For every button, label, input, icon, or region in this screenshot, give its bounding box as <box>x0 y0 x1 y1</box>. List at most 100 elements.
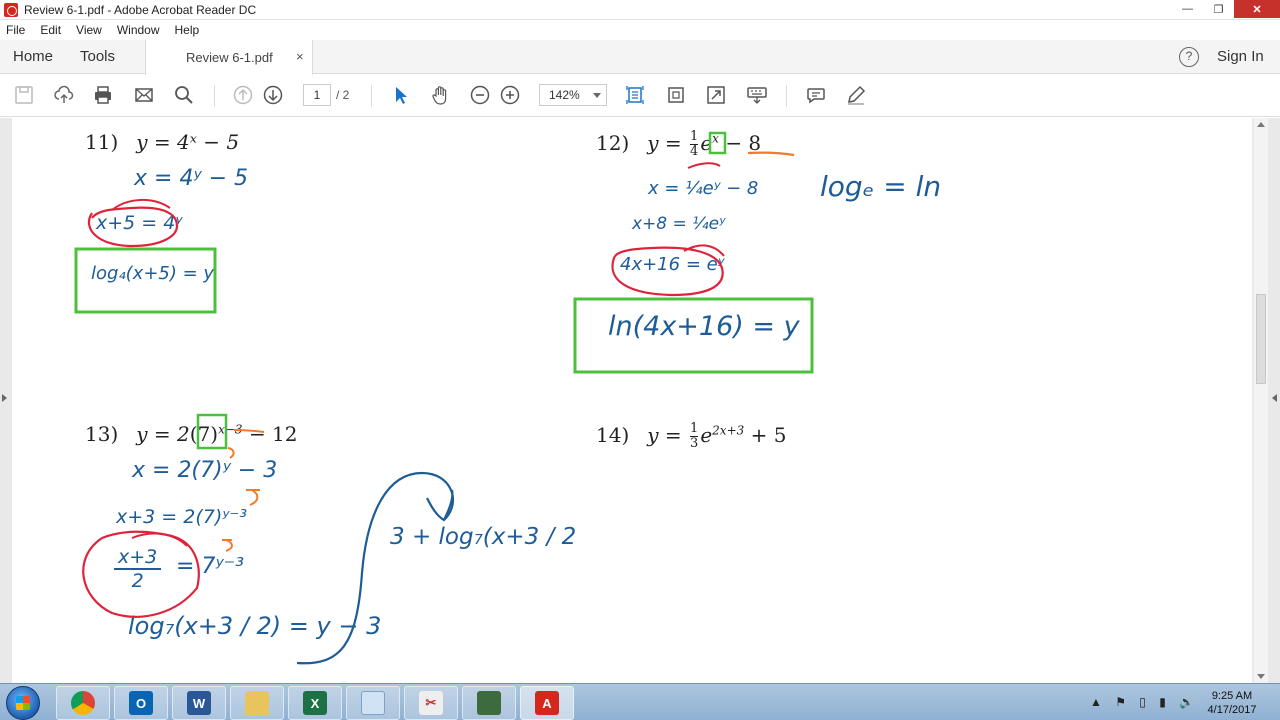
fraction-denominator: 2 <box>131 570 144 592</box>
fraction-numerator: x+3 <box>114 546 162 570</box>
excel-icon: X <box>303 691 327 715</box>
window-title: Review 6-1.pdf - Adobe Acrobat Reader DC <box>24 2 257 17</box>
window-controls: — ❐ ✕ <box>1172 0 1280 20</box>
tab-bar: Home Tools Review 6-1.pdf × ? Sign In <box>0 40 1280 75</box>
taskbar-snipping-tool[interactable]: ✂ <box>404 686 458 720</box>
handwriting-answer: log₄(x+5) = y <box>91 263 215 284</box>
handwriting-line: x = 4ʸ − 5 <box>134 166 249 191</box>
pdf-page: 11) y = 4ˣ − 5 12) y = 1 4 ex − 8 13) y = 2(7… <box>12 118 1252 683</box>
fit-page-icon[interactable] <box>623 83 647 107</box>
email-icon[interactable] <box>132 83 156 107</box>
taskbar-outlook[interactable]: O <box>114 686 168 720</box>
rotate-icon[interactable] <box>664 83 688 107</box>
document-area[interactable]: 11) y = 4ˣ − 5 12) y = 1 4 ex − 8 13) y = 2(7… <box>0 118 1280 683</box>
scroll-up-icon[interactable] <box>1257 122 1265 127</box>
menu-file[interactable]: File <box>6 23 25 37</box>
scroll-down-icon[interactable] <box>1257 674 1265 679</box>
page-down-icon[interactable] <box>261 83 285 107</box>
help-icon[interactable]: ? <box>1179 47 1199 67</box>
select-arrow-icon[interactable] <box>388 83 412 107</box>
restore-button[interactable]: ❐ <box>1203 0 1234 18</box>
hand-icon[interactable] <box>428 83 452 107</box>
problem-12: 12) y = 1 4 ex − 8 <box>596 130 761 159</box>
outlook-icon: O <box>129 691 153 715</box>
menu-window[interactable]: Window <box>117 23 160 37</box>
taskbar-projector[interactable] <box>462 686 516 720</box>
minimize-button[interactable]: — <box>1172 0 1203 18</box>
ink-mark <box>222 539 233 552</box>
tab-tools[interactable]: Tools <box>80 48 115 65</box>
handwriting-line: = 7ʸ⁻³ <box>176 554 245 579</box>
fraction: 14 <box>690 130 699 159</box>
taskbar: O W X ✂ A ▲ ⚑ ▯ ▮ 🔊 9:25 AM 4/17/2017 <box>0 683 1280 720</box>
handwriting-answer: ln(4x+16) = y <box>608 311 800 342</box>
scrollbar-thumb[interactable] <box>1256 294 1266 384</box>
problem-number: 12) <box>596 131 630 155</box>
taskbar-acrobat[interactable]: A <box>520 686 574 720</box>
tab-home[interactable]: Home <box>13 48 53 65</box>
taskbar-notepad[interactable] <box>346 686 400 720</box>
taskbar-excel[interactable]: X <box>288 686 342 720</box>
ink-mark <box>246 489 260 506</box>
fraction: 13 <box>690 422 699 451</box>
chrome-icon <box>71 691 95 715</box>
fraction-denominator: 3 <box>690 436 699 451</box>
problem-equation: y = 4ˣ − 5 <box>136 130 240 154</box>
menu-bar: File Edit View Window Help <box>0 20 1280 40</box>
toolbar-separator <box>786 85 787 107</box>
acrobat-window: Review 6-1.pdf - Adobe Acrobat Reader DC… <box>0 0 1280 720</box>
close-tab-icon[interactable]: × <box>296 49 304 64</box>
highlight-pen-icon[interactable] <box>844 83 868 107</box>
comment-icon[interactable] <box>804 83 828 107</box>
problem-14: 14) y = 1 3 e2x+3 + 5 <box>596 422 786 451</box>
ink-arrow <box>131 532 188 547</box>
zoom-in-icon[interactable] <box>498 83 522 107</box>
tab-document[interactable]: Review 6-1.pdf × <box>145 40 313 75</box>
fullscreen-icon[interactable] <box>704 83 728 107</box>
problem-number: 14) <box>596 423 630 447</box>
problem-equation-prefix: y = <box>647 423 682 447</box>
menu-help[interactable]: Help <box>175 23 200 37</box>
exponent: x <box>712 131 719 146</box>
close-window-button[interactable]: ✕ <box>1234 0 1280 18</box>
zoom-out-icon[interactable] <box>468 83 492 107</box>
start-button[interactable] <box>6 686 40 720</box>
ink-annotations <box>74 131 814 665</box>
exponent: x−3 <box>218 422 243 437</box>
page-number-input[interactable]: 1 <box>303 84 331 106</box>
problem-equation-suffix: + 5 <box>750 423 787 447</box>
menu-view[interactable]: View <box>76 23 102 37</box>
taskbar-chrome[interactable] <box>56 686 110 720</box>
sign-in-button[interactable]: Sign In <box>1217 48 1264 65</box>
taskbar-word[interactable]: W <box>172 686 226 720</box>
problem-equation-suffix: − 12 <box>248 422 298 446</box>
handwriting-fraction: x+3 2 <box>114 546 162 592</box>
vertical-scrollbar[interactable] <box>1254 118 1268 683</box>
print-icon[interactable] <box>91 83 115 107</box>
system-tray[interactable]: ▲ ⚑ ▯ ▮ 🔊 <box>1090 695 1199 709</box>
problem-11: 11) y = 4ˣ − 5 <box>85 130 239 154</box>
taskbar-file-explorer[interactable] <box>230 686 284 720</box>
right-panel-toggle-icon[interactable] <box>1272 394 1277 402</box>
system-clock[interactable]: 9:25 AM 4/17/2017 <box>1200 689 1264 717</box>
toolbar: 1 / 2 142% <box>0 75 1280 117</box>
menu-edit[interactable]: Edit <box>40 23 61 37</box>
upload-icon[interactable] <box>52 83 76 107</box>
handwriting-line: log₇(x+3 / 2) = y − 3 <box>128 612 382 640</box>
scissors-icon: ✂ <box>419 691 443 715</box>
page-up-icon[interactable] <box>231 83 255 107</box>
keyboard-icon[interactable] <box>745 83 769 107</box>
acrobat-icon: A <box>535 691 559 715</box>
handwriting-line: x+3 = 2(7)ʸ⁻³ <box>116 506 247 528</box>
zoom-select[interactable]: 142% <box>539 84 607 106</box>
save-icon[interactable] <box>12 83 36 107</box>
zoom-value: 142% <box>549 88 580 102</box>
problem-13: 13) y = 2(7)x−3 − 12 <box>85 422 298 446</box>
left-panel-toggle-icon[interactable] <box>2 394 7 402</box>
fraction-denominator: 4 <box>690 144 699 159</box>
base: e <box>700 423 713 447</box>
handwriting-line: x = 2(7)ʸ − 3 <box>132 458 278 483</box>
search-icon[interactable] <box>172 83 196 107</box>
base: e <box>700 131 713 155</box>
handwriting-line: x = ¼eʸ − 8 <box>648 178 759 199</box>
